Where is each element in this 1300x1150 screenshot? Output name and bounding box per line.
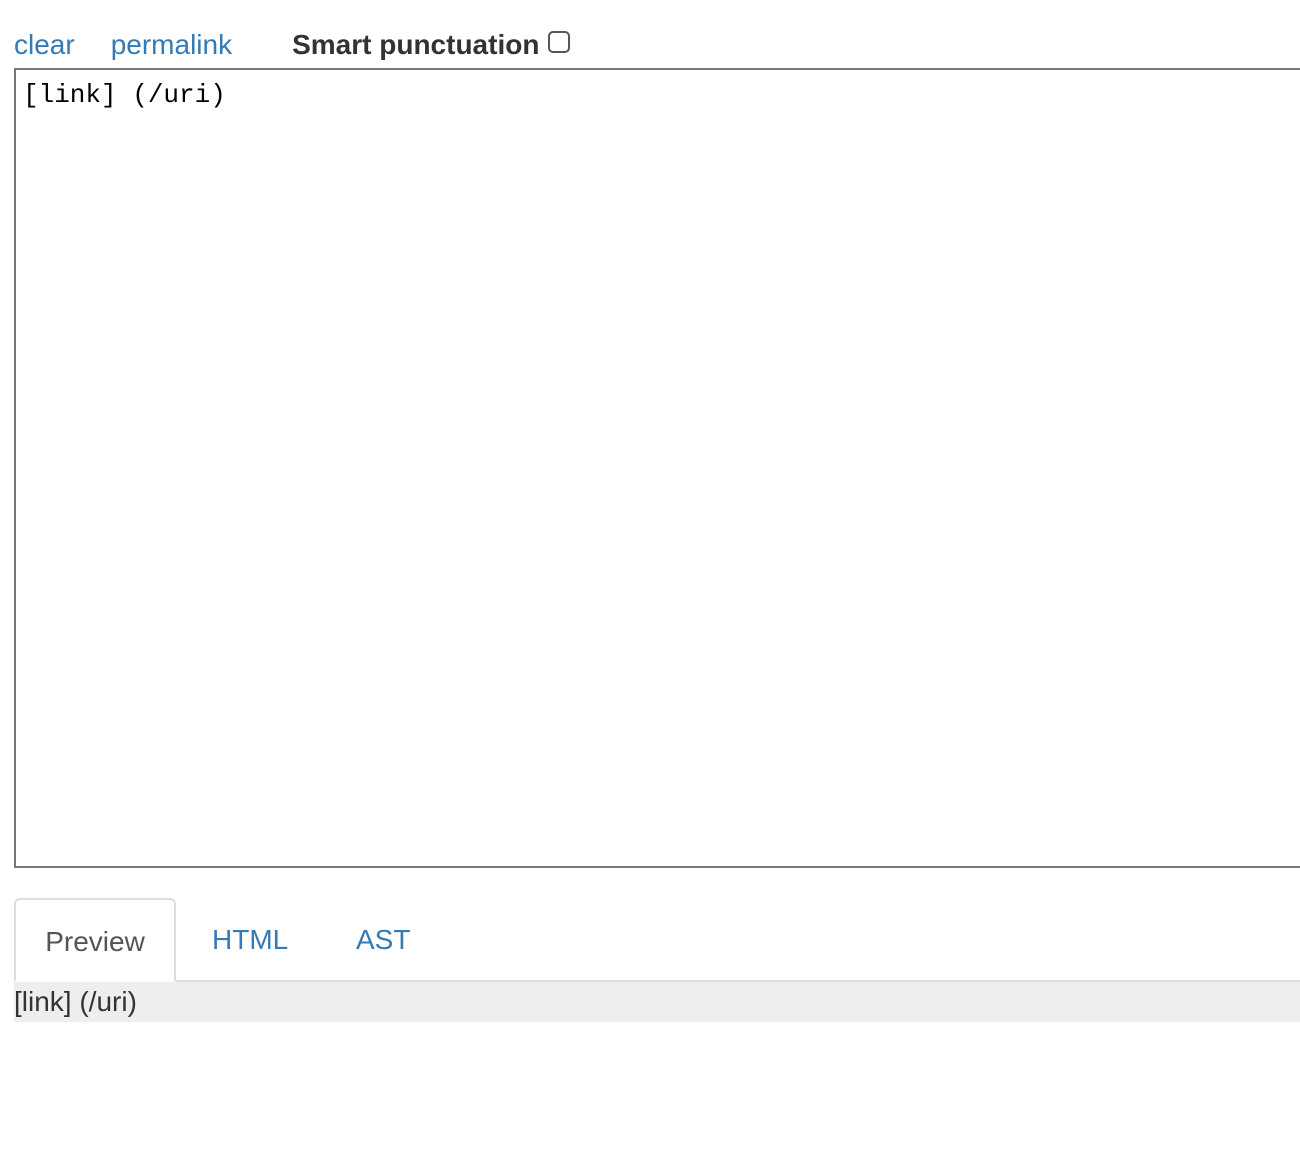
clear-link[interactable]: clear bbox=[14, 29, 75, 61]
preview-output: [link] (/uri) bbox=[14, 982, 1300, 1022]
smart-punctuation-label[interactable]: Smart punctuation bbox=[292, 29, 571, 61]
tab-ast[interactable]: AST bbox=[356, 898, 410, 982]
dingus-page: clear permalink Smart punctuation [link]… bbox=[0, 0, 1300, 1150]
toolbar: clear permalink Smart punctuation bbox=[14, 24, 571, 66]
output-tabs: Preview HTML AST bbox=[14, 898, 1300, 982]
markdown-editor[interactable]: [link] (/uri) bbox=[14, 68, 1300, 868]
smart-punctuation-checkbox[interactable] bbox=[548, 31, 571, 53]
permalink-link[interactable]: permalink bbox=[111, 29, 232, 61]
tab-html[interactable]: HTML bbox=[212, 898, 288, 982]
smart-punctuation-text: Smart punctuation bbox=[292, 29, 540, 60]
tab-preview[interactable]: Preview bbox=[14, 898, 176, 982]
